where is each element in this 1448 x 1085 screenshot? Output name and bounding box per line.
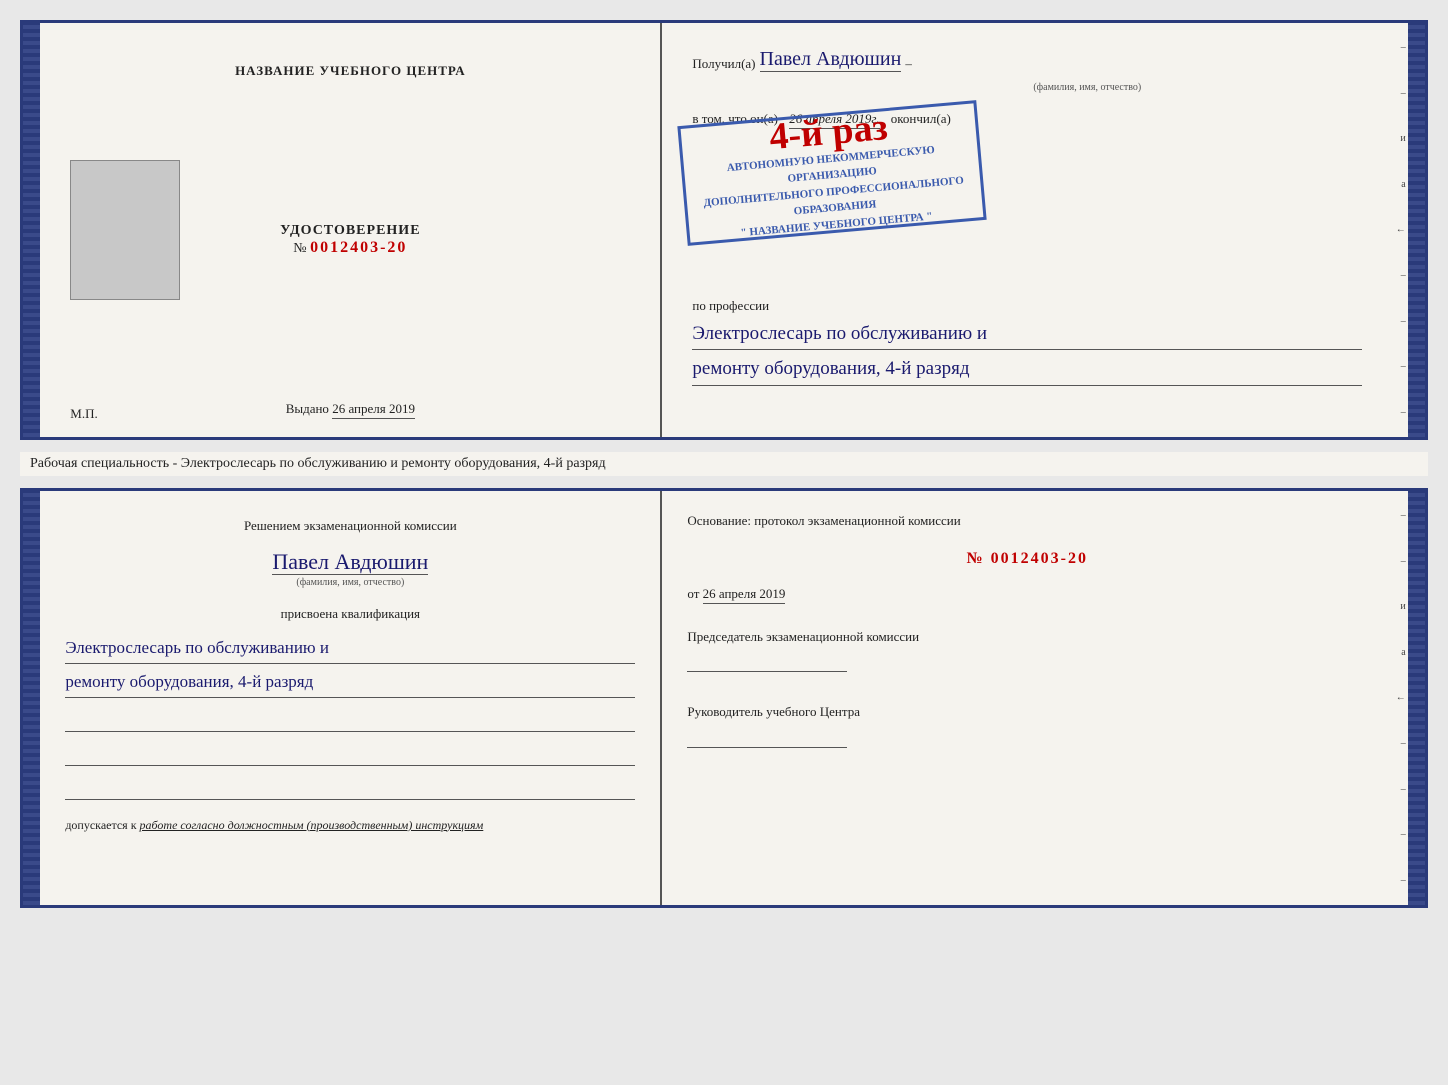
qualification-line2: ремонту оборудования, 4-й разряд — [65, 668, 635, 698]
side-text-top: – – и а ← – – – – — [1392, 23, 1408, 437]
chairman-sig-line — [687, 652, 847, 672]
right-spine-top — [1408, 23, 1425, 437]
profession-line2: ремонту оборудования, 4-й разряд — [692, 354, 1362, 385]
допускается-prefix: допускается к — [65, 818, 136, 832]
profession-block: по профессии Электрослесарь по обслужива… — [692, 297, 1362, 386]
sig-line-2 — [65, 746, 635, 766]
head-block: Руководитель учебного Центра — [687, 702, 1367, 748]
cert-number-prefix: № — [293, 241, 306, 256]
side-b-dash-6: – — [1401, 738, 1406, 749]
okончил-label: окончил(а) — [891, 111, 951, 126]
cert-number-block: УДОСТОВЕРЕНИЕ № 0012403-20 — [280, 223, 420, 257]
chairman-block: Председатель экзаменационной комиссии — [687, 627, 1367, 673]
fio-subtitle-bottom: (фамилия, имя, отчество) — [65, 577, 635, 588]
допускается-block: допускается к работе согласно должностны… — [65, 818, 635, 833]
left-spine-top — [23, 23, 40, 437]
vtom-date: 26 апреля 2019г. — [789, 111, 879, 129]
decision-title: Решением экзаменационной комиссии — [65, 516, 635, 537]
stamp-line3: ДОПОЛНИТЕЛЬНОГО ПРОФЕССИОНАЛЬНОГО ОБРАЗО… — [695, 172, 975, 229]
profession-label: по профессии — [692, 298, 769, 313]
vtom-line: в том, что он(а) 26 апреля 2019г. окончи… — [692, 111, 1362, 127]
center-title-top: НАЗВАНИЕ УЧЕБНОГО ЦЕНТРА — [235, 63, 466, 79]
bottom-document: Решением экзаменационной комиссии Павел … — [20, 488, 1428, 908]
side-b-dash-2: – — [1401, 556, 1406, 567]
photo-placeholder — [70, 160, 180, 300]
side-dash-5: ← — [1396, 224, 1406, 235]
side-dash-6: – — [1401, 270, 1406, 281]
side-b-dash-7: – — [1401, 784, 1406, 795]
qualification-line1: Электрослесарь по обслуживанию и — [65, 634, 635, 664]
side-dash-4: а — [1401, 179, 1405, 190]
top-document: НАЗВАНИЕ УЧЕБНОГО ЦЕНТРА УДОСТОВЕРЕНИЕ №… — [20, 20, 1428, 440]
date-prefix: от — [687, 586, 699, 601]
side-dash-7: – — [1401, 316, 1406, 327]
sig-line-1 — [65, 712, 635, 732]
side-dash-3: и — [1400, 133, 1405, 144]
right-spine-bottom — [1408, 491, 1425, 905]
head-sig-line — [687, 728, 847, 748]
side-dash-8: – — [1401, 361, 1406, 372]
cert-number: 0012403-20 — [310, 239, 407, 256]
doc-right-panel: Получил(а) Павел Авдюшин – (фамилия, имя… — [662, 23, 1392, 437]
issued-label: Выдано — [286, 401, 329, 416]
chairman-label: Председатель экзаменационной комиссии — [687, 627, 1367, 647]
vtom-prefix: в том, что он(а) — [692, 111, 778, 126]
middle-text: Рабочая специальность - Электрослесарь п… — [20, 452, 1428, 476]
doc-bottom-right: Основание: протокол экзаменационной коми… — [662, 491, 1392, 905]
stamp-line2: АВТОНОМНУЮ НЕКОММЕРЧЕСКУЮ ОРГАНИЗАЦИЮ — [692, 139, 972, 196]
side-b-dash-4: а — [1401, 647, 1405, 658]
decision-name: Павел Авдюшин — [272, 549, 428, 575]
side-b-dash-1: – — [1401, 510, 1406, 521]
qualification-label: присвоена квалификация — [65, 606, 635, 622]
protocol-number: № 0012403-20 — [687, 550, 1367, 568]
recipient-name: Павел Авдюшин — [760, 48, 902, 72]
head-label: Руководитель учебного Центра — [687, 702, 1367, 722]
fio-subtitle-top: (фамилия, имя, отчество) — [812, 82, 1362, 93]
side-text-bottom: – – и а ← – – – – — [1392, 491, 1408, 905]
doc-bottom-left: Решением экзаменационной комиссии Павел … — [40, 491, 662, 905]
side-b-dash-9: – — [1401, 875, 1406, 886]
issued-date: 26 апреля 2019 — [332, 401, 415, 419]
side-b-dash-5: ← — [1396, 692, 1406, 703]
received-line: Получил(а) Павел Авдюшин – — [692, 48, 1362, 72]
sig-line-3 — [65, 780, 635, 800]
cert-issued: Выдано 26 апреля 2019 — [286, 401, 415, 417]
osnov-date: от 26 апреля 2019 — [687, 586, 1367, 602]
side-b-dash-8: – — [1401, 829, 1406, 840]
qualification-block: Электрослесарь по обслуживанию и ремонту… — [65, 630, 635, 698]
osnov-title: Основание: протокол экзаменационной коми… — [687, 511, 1367, 532]
doc-left-panel: НАЗВАНИЕ УЧЕБНОГО ЦЕНТРА УДОСТОВЕРЕНИЕ №… — [40, 23, 662, 437]
cert-title: УДОСТОВЕРЕНИЕ — [280, 223, 420, 239]
side-dash-9: – — [1401, 407, 1406, 418]
profession-line1: Электрослесарь по обслуживанию и — [692, 319, 1362, 350]
side-dash-1: – — [1401, 42, 1406, 53]
page-wrapper: НАЗВАНИЕ УЧЕБНОГО ЦЕНТРА УДОСТОВЕРЕНИЕ №… — [20, 20, 1428, 908]
mp-label: М.П. — [70, 406, 97, 422]
side-b-dash-3: и — [1400, 601, 1405, 612]
left-spine-bottom — [23, 491, 40, 905]
stamp-line4: " НАЗВАНИЕ УЧЕБНОГО ЦЕНТРА " — [740, 208, 933, 241]
protocol-date: 26 апреля 2019 — [703, 586, 786, 604]
side-dash-2: – — [1401, 88, 1406, 99]
допускается-text: работе согласно должностным (производств… — [140, 818, 484, 832]
received-prefix: Получил(а) — [692, 56, 755, 72]
